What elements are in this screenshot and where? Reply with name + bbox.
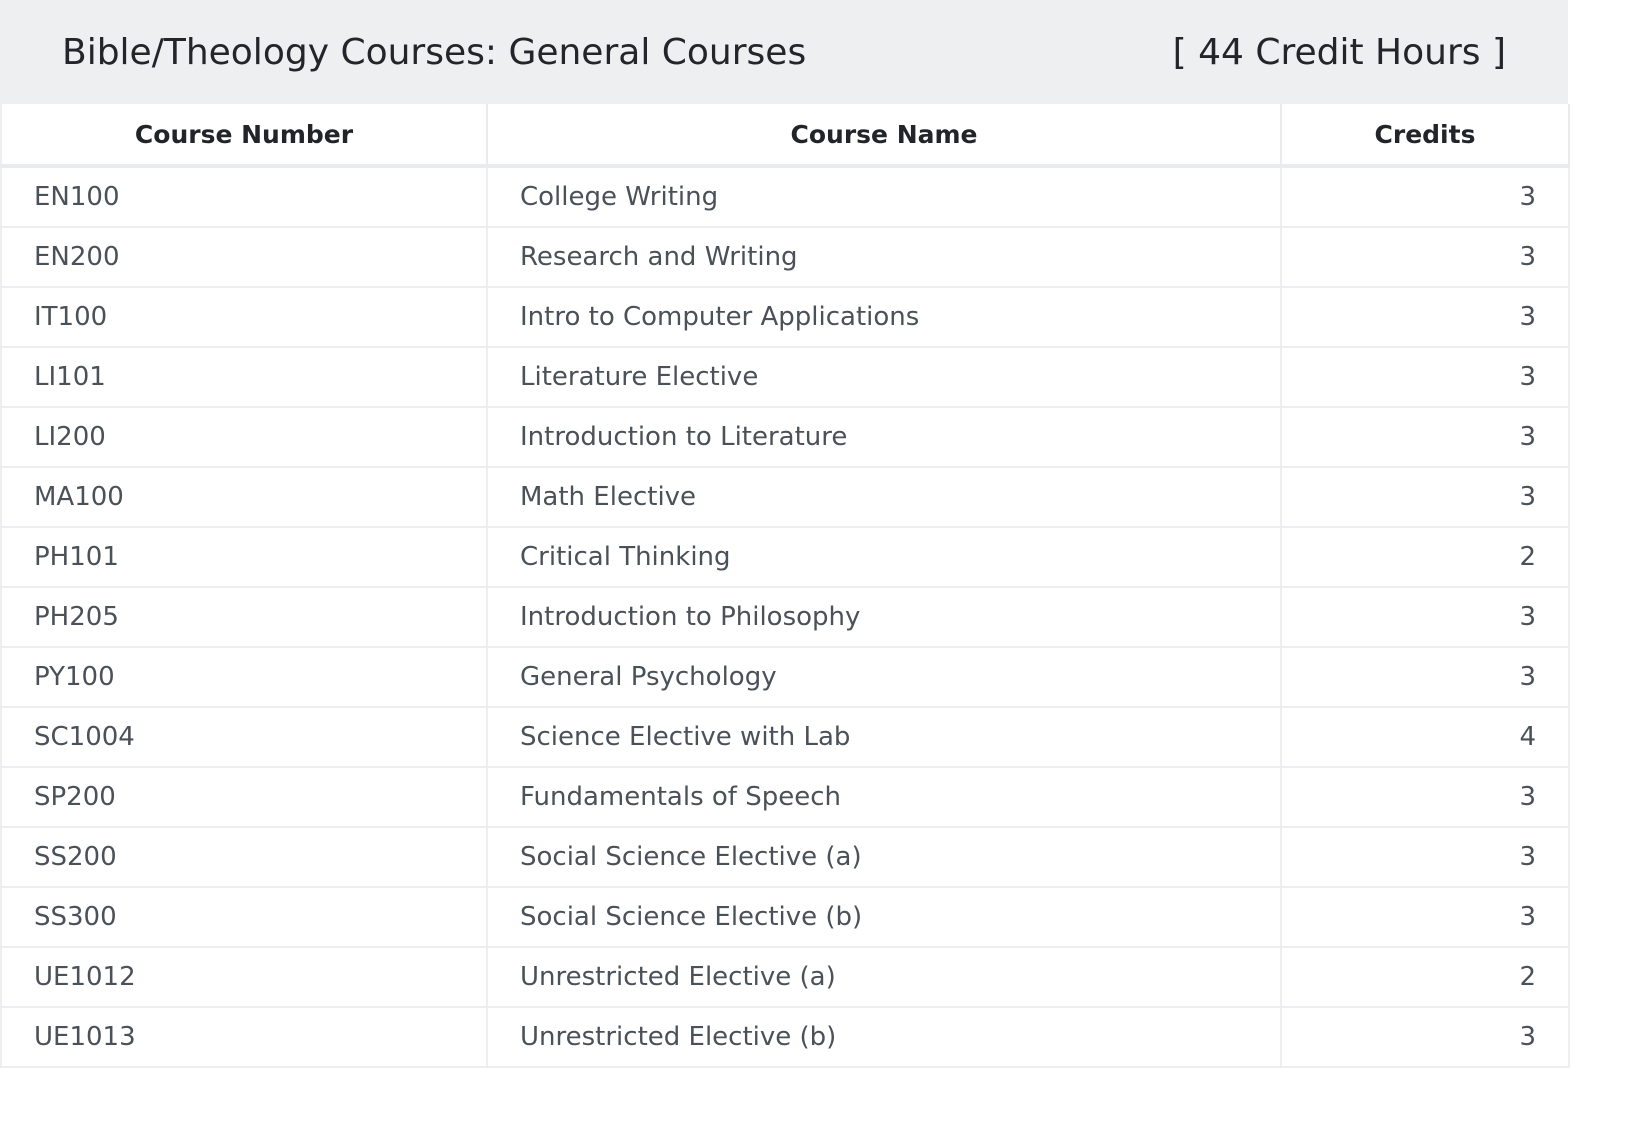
course-name-cell: Introduction to Philosophy — [486, 586, 1282, 648]
table-row: SS200 Social Science Elective (a) 3 — [0, 826, 1570, 888]
credits-cell: 3 — [1280, 766, 1570, 828]
course-number-cell: EN200 — [0, 226, 488, 288]
course-name-cell: Literature Elective — [486, 346, 1282, 408]
course-name-cell: Intro to Computer Applications — [486, 286, 1282, 348]
course-name-cell: Critical Thinking — [486, 526, 1282, 588]
course-number-cell: MA100 — [0, 466, 488, 528]
credits-cell: 3 — [1280, 406, 1570, 468]
credits-cell: 2 — [1280, 526, 1570, 588]
table-row: EN100 College Writing 3 — [0, 165, 1570, 228]
column-header-course-name: Course Name — [486, 104, 1282, 168]
credits-cell: 2 — [1280, 946, 1570, 1008]
credits-cell: 3 — [1280, 286, 1570, 348]
course-number-cell: SC1004 — [0, 706, 488, 768]
table-row: SS300 Social Science Elective (b) 3 — [0, 886, 1570, 948]
table-row: MA100 Math Elective 3 — [0, 466, 1570, 528]
table-row: EN200 Research and Writing 3 — [0, 226, 1570, 288]
table-row: SP200 Fundamentals of Speech 3 — [0, 766, 1570, 828]
table-row: PY100 General Psychology 3 — [0, 646, 1570, 708]
table-row: LI200 Introduction to Literature 3 — [0, 406, 1570, 468]
column-header-credits: Credits — [1280, 104, 1570, 168]
course-number-cell: LI200 — [0, 406, 488, 468]
course-name-cell: Social Science Elective (b) — [486, 886, 1282, 948]
course-name-cell: Science Elective with Lab — [486, 706, 1282, 768]
credits-cell: 3 — [1280, 165, 1570, 228]
course-number-cell: UE1012 — [0, 946, 488, 1008]
course-number-cell: UE1013 — [0, 1006, 488, 1068]
credits-cell: 3 — [1280, 1006, 1570, 1068]
table-body: EN100 College Writing 3 EN200 Research and W… — [0, 165, 1570, 1068]
table-row: UE1012 Unrestricted Elective (a) 2 — [0, 946, 1570, 1008]
table-row: PH205 Introduction to Philosophy 3 — [0, 586, 1570, 648]
table-row: PH101 Critical Thinking 2 — [0, 526, 1570, 588]
table-header-row: Course Number Course Name Credits — [0, 104, 1570, 168]
course-panel: Bible/Theology Courses: General Courses … — [0, 0, 1570, 1123]
course-name-cell: Social Science Elective (a) — [486, 826, 1282, 888]
credits-cell: 3 — [1280, 646, 1570, 708]
course-name-cell: Fundamentals of Speech — [486, 766, 1282, 828]
course-number-cell: IT100 — [0, 286, 488, 348]
course-name-cell: Unrestricted Elective (a) — [486, 946, 1282, 1008]
table-row: LI101 Literature Elective 3 — [0, 346, 1570, 408]
credits-cell: 4 — [1280, 706, 1570, 768]
course-number-cell: PH205 — [0, 586, 488, 648]
credits-cell: 3 — [1280, 466, 1570, 528]
course-name-cell: General Psychology — [486, 646, 1282, 708]
course-name-cell: Research and Writing — [486, 226, 1282, 288]
course-name-cell: Unrestricted Elective (b) — [486, 1006, 1282, 1068]
panel-title: Bible/Theology Courses: General Courses — [62, 31, 807, 73]
course-number-cell: PY100 — [0, 646, 488, 708]
table-row: IT100 Intro to Computer Applications 3 — [0, 286, 1570, 348]
courses-table: Course Number Course Name Credits EN100 C… — [0, 104, 1570, 1068]
credits-cell: 3 — [1280, 346, 1570, 408]
credits-cell: 3 — [1280, 826, 1570, 888]
credits-cell: 3 — [1280, 586, 1570, 648]
panel-header: Bible/Theology Courses: General Courses … — [0, 0, 1568, 104]
table-row: SC1004 Science Elective with Lab 4 — [0, 706, 1570, 768]
course-number-cell: SS300 — [0, 886, 488, 948]
course-name-cell: College Writing — [486, 165, 1282, 228]
course-number-cell: PH101 — [0, 526, 488, 588]
credit-hours-total: [ 44 Credit Hours ] — [1172, 31, 1506, 73]
column-header-course-number: Course Number — [0, 104, 488, 168]
course-number-cell: LI101 — [0, 346, 488, 408]
credits-cell: 3 — [1280, 226, 1570, 288]
course-name-cell: Math Elective — [486, 466, 1282, 528]
table-row: UE1013 Unrestricted Elective (b) 3 — [0, 1006, 1570, 1068]
course-number-cell: SP200 — [0, 766, 488, 828]
credits-cell: 3 — [1280, 886, 1570, 948]
course-number-cell: EN100 — [0, 165, 488, 228]
course-number-cell: SS200 — [0, 826, 488, 888]
course-name-cell: Introduction to Literature — [486, 406, 1282, 468]
